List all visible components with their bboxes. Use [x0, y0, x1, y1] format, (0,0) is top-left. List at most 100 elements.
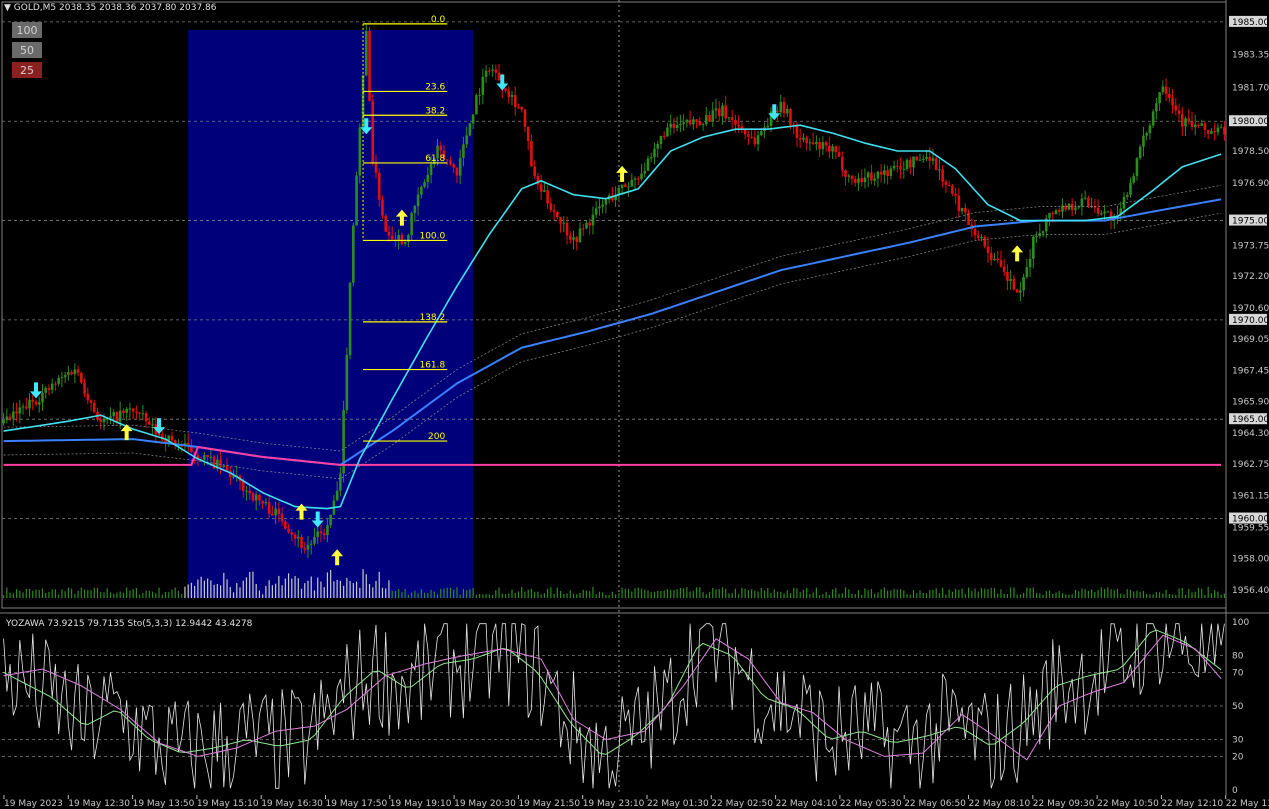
collapse-triangle-icon[interactable]: ▼ [4, 3, 11, 13]
candle-body [837, 152, 841, 157]
candle-body [782, 101, 786, 114]
candle-body [1051, 213, 1055, 215]
candle-body [850, 175, 854, 180]
candle-body [1080, 198, 1084, 207]
candle-body [724, 105, 728, 119]
ma-envelope-upper [3, 185, 1222, 452]
candle-body [753, 137, 757, 145]
candle-body [494, 69, 498, 73]
candle-body [99, 419, 103, 422]
candle-body [598, 206, 601, 209]
candle-body [429, 164, 433, 175]
candle-body [1168, 93, 1171, 98]
candle-body [73, 369, 77, 375]
candle-body [1138, 146, 1142, 159]
candle-body [488, 70, 491, 72]
candle-body [254, 494, 258, 501]
candle-body [1206, 130, 1210, 134]
candle-body [983, 236, 987, 247]
candle-body [899, 166, 902, 170]
candle-body [993, 258, 996, 260]
price-tick-label: 1985.00 [1232, 18, 1269, 28]
candle-body [980, 236, 983, 238]
candle-body [122, 410, 125, 413]
time-tick-label: 22 May 06:50 [904, 799, 966, 809]
candle-body [1145, 133, 1148, 136]
osc-tick-label: 50 [1232, 702, 1244, 712]
symbol-label: GOLD,M5 [13, 3, 57, 13]
candle-body [1210, 130, 1213, 134]
candle-body [951, 186, 954, 194]
time-tick-label: 19 May 2023 [4, 799, 63, 809]
candle-body [834, 146, 838, 153]
candle-body [397, 234, 400, 241]
candle-body [711, 110, 715, 122]
price-tick-label: 1980.00 [1232, 117, 1269, 127]
candle-body [669, 123, 672, 128]
osc-tick-label: 70 [1232, 668, 1244, 678]
candle-body [1180, 114, 1184, 127]
candle-body [18, 407, 22, 414]
candle-body [730, 117, 734, 121]
candle-body [824, 142, 828, 146]
candle-body [319, 531, 323, 534]
price-tick-label: 1972.20 [1232, 272, 1269, 282]
candle-body [973, 228, 977, 236]
candle-body [462, 144, 465, 158]
candle-body [1041, 231, 1045, 234]
candle-body [517, 106, 520, 108]
fib-level-label: 38.2 [425, 106, 445, 116]
candle-body [368, 30, 371, 101]
candle-body [1197, 124, 1200, 126]
candle-body [675, 124, 679, 129]
main-frame [1, 1, 1227, 609]
candle-body [1057, 210, 1061, 212]
candle-body [585, 222, 588, 229]
candle-body [960, 207, 964, 212]
candle-body [322, 533, 326, 536]
candle-body [905, 159, 909, 170]
candle-body [290, 532, 294, 535]
zoom-50-button[interactable]: 50 [12, 42, 42, 58]
trading-chart[interactable]: 0.023.638.261.8100.0138.2161.82001985.00… [0, 0, 1269, 809]
candle-body [21, 406, 25, 408]
candle-body [1015, 289, 1019, 293]
candle-body [588, 222, 592, 226]
candle-body [1096, 207, 1100, 214]
ma-slow-line-segment [3, 445, 1222, 466]
candle-body [423, 182, 426, 187]
candle-body [860, 178, 864, 183]
candle-body [329, 514, 332, 526]
candle-body [306, 544, 310, 550]
candle-body [1074, 207, 1077, 211]
candle-body [908, 159, 912, 168]
candle-body [925, 156, 928, 159]
osc-tick-label: 20 [1232, 752, 1244, 762]
candle-body [721, 105, 724, 117]
zoom-25-button[interactable]: 25 [12, 62, 42, 78]
osc-tick-label: 100 [1232, 618, 1249, 628]
candle-body [1103, 211, 1106, 214]
zoom-100-button[interactable]: 100 [12, 22, 42, 38]
candle-body [37, 402, 41, 405]
price-tick-label: 1975.00 [1232, 217, 1269, 227]
candle-body [734, 120, 737, 125]
candle-body [601, 204, 604, 207]
price-tick-label: 1976.90 [1232, 179, 1269, 189]
candle-body [475, 95, 478, 115]
time-tick-label: 22 May 12:10 [1161, 799, 1223, 809]
candle-body [296, 536, 300, 539]
candle-body [857, 178, 860, 183]
price-tick-label: 1967.45 [1232, 367, 1269, 377]
candle-body [1054, 210, 1058, 215]
candle-body [1009, 278, 1012, 281]
candle-body [659, 135, 663, 144]
candle-body [1216, 127, 1220, 133]
candle-body [258, 494, 261, 501]
candle-body [352, 225, 355, 283]
fib-level-label: 61.8 [425, 154, 445, 164]
candle-body [170, 435, 174, 441]
candle-body [1187, 118, 1191, 122]
candle-body [222, 465, 226, 467]
candle-body [766, 125, 770, 128]
